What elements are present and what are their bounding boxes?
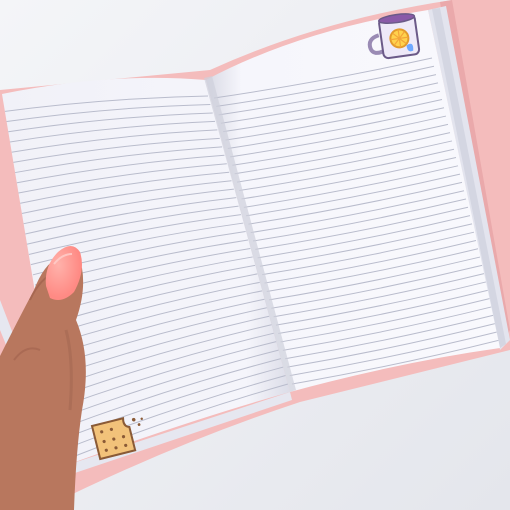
notebook-photo	[0, 0, 510, 510]
photo-canvas	[0, 0, 510, 510]
